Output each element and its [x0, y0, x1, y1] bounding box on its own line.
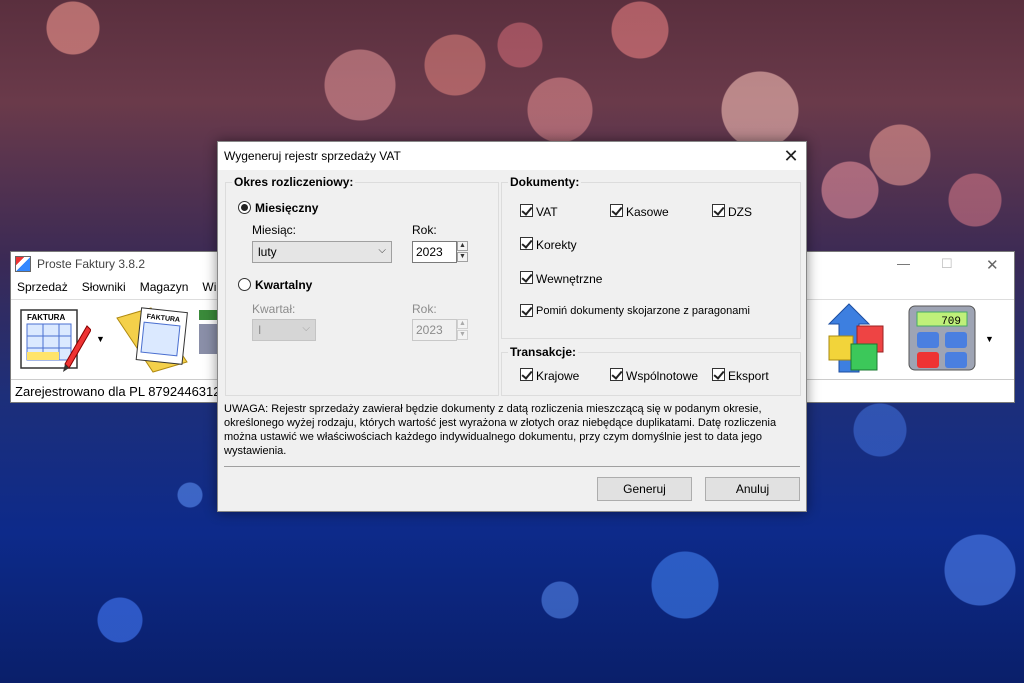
- skip-receipt-docs-checkbox[interactable]: [520, 304, 533, 317]
- monthly-label: Miesięczny: [255, 201, 319, 215]
- maximize-icon[interactable]: ☐: [941, 256, 953, 272]
- invoice-pen-icon[interactable]: FAKTURA: [17, 304, 91, 374]
- quarter-value: I: [258, 323, 262, 337]
- spin-down-icon[interactable]: ▼: [457, 330, 468, 340]
- quarter-year-spinner[interactable]: 2023 ▲ ▼: [412, 319, 468, 341]
- dialog-title: Wygeneruj rejestr sprzedaży VAT: [224, 149, 401, 163]
- month-select[interactable]: luty ⌵: [252, 241, 392, 263]
- eksport-label: Eksport: [728, 369, 769, 383]
- documents-group-label: Dokumenty:: [508, 175, 582, 189]
- transactions-group: Transakcje: Krajowe Wspólnotowe Eksport: [501, 345, 801, 396]
- korekty-label: Korekty: [536, 238, 577, 252]
- warning-note: UWAGA: Rejestr sprzedaży zawierał będzie…: [224, 403, 777, 457]
- app-icon: [15, 256, 31, 272]
- kasowe-label: Kasowe: [626, 205, 669, 219]
- transactions-group-label: Transakcje:: [508, 345, 579, 359]
- period-group: Okres rozliczeniowy: Miesięczny Miesiąc:…: [225, 175, 499, 396]
- generate-vat-register-dialog: Wygeneruj rejestr sprzedaży VAT ✕ Okres …: [217, 141, 807, 512]
- quarter-year-value: 2023: [416, 323, 443, 337]
- menu-sprzedaz[interactable]: Sprzedaż: [17, 280, 68, 294]
- dzs-checkbox[interactable]: [712, 204, 725, 217]
- month-value: luty: [258, 245, 277, 259]
- vat-label: VAT: [536, 205, 558, 219]
- year-label: Rok:: [412, 223, 437, 237]
- wspolnotowe-checkbox[interactable]: [610, 368, 623, 381]
- separator: [224, 466, 800, 467]
- menu-magazyn[interactable]: Magazyn: [140, 280, 189, 294]
- cancel-button[interactable]: Anuluj: [705, 477, 800, 501]
- import-export-icon[interactable]: [823, 302, 893, 376]
- kasowe-checkbox[interactable]: [610, 204, 623, 217]
- calculator-icon[interactable]: 709: [907, 302, 979, 374]
- krajowe-label: Krajowe: [536, 369, 580, 383]
- documents-group: Dokumenty: VAT Kasowe DZS Korekty Wewnęt…: [501, 175, 801, 339]
- spin-down-icon[interactable]: ▼: [457, 252, 468, 262]
- spin-up-icon[interactable]: ▲: [457, 241, 468, 251]
- eksport-checkbox[interactable]: [712, 368, 725, 381]
- month-label: Miesiąc:: [252, 223, 297, 237]
- cash-register-icon[interactable]: [199, 304, 219, 364]
- main-window-title: Proste Faktury 3.8.2: [37, 257, 146, 271]
- period-group-label: Okres rozliczeniowy:: [232, 175, 356, 189]
- quarterly-radio[interactable]: [238, 278, 251, 291]
- dialog-titlebar: Wygeneruj rejestr sprzedaży VAT ✕: [218, 142, 806, 170]
- dzs-label: DZS: [728, 205, 752, 219]
- chevron-down-icon: ⌵: [378, 245, 386, 256]
- wewnetrzne-checkbox[interactable]: [520, 271, 533, 284]
- dialog-close-button[interactable]: ✕: [776, 142, 806, 170]
- quarter-label: Kwartał:: [252, 302, 296, 316]
- menu-slowniki[interactable]: Słowniki: [82, 280, 126, 294]
- year-spinner[interactable]: 2023 ▲ ▼: [412, 241, 468, 263]
- wspolnotowe-label: Wspólnotowe: [626, 369, 699, 383]
- faktura-label-1: FAKTURA: [27, 313, 65, 322]
- year-value: 2023: [416, 245, 443, 259]
- quarterly-label: Kwartalny: [255, 278, 313, 292]
- calculator-display: 709: [941, 316, 961, 328]
- vat-checkbox[interactable]: [520, 204, 533, 217]
- quarter-select[interactable]: I ⌵: [252, 319, 316, 341]
- wewnetrzne-label: Wewnętrzne: [536, 272, 603, 286]
- quarter-year-label: Rok:: [412, 302, 437, 316]
- generate-button[interactable]: Generuj: [597, 477, 692, 501]
- krajowe-checkbox[interactable]: [520, 368, 533, 381]
- dropdown-arrow-icon[interactable]: ▼: [985, 334, 994, 344]
- skip-receipt-docs-label: Pomiń dokumenty skojarzone z paragonami: [536, 305, 751, 317]
- korekty-checkbox[interactable]: [520, 237, 533, 250]
- spin-up-icon[interactable]: ▲: [457, 319, 468, 329]
- chevron-down-icon: ⌵: [302, 323, 310, 334]
- invoice-folder-icon[interactable]: FAKTURA: [111, 304, 195, 374]
- dropdown-arrow-icon[interactable]: ▼: [96, 334, 105, 344]
- close-icon[interactable]: ✕: [986, 256, 999, 274]
- minimize-icon[interactable]: —: [897, 256, 910, 271]
- monthly-radio[interactable]: [238, 201, 251, 214]
